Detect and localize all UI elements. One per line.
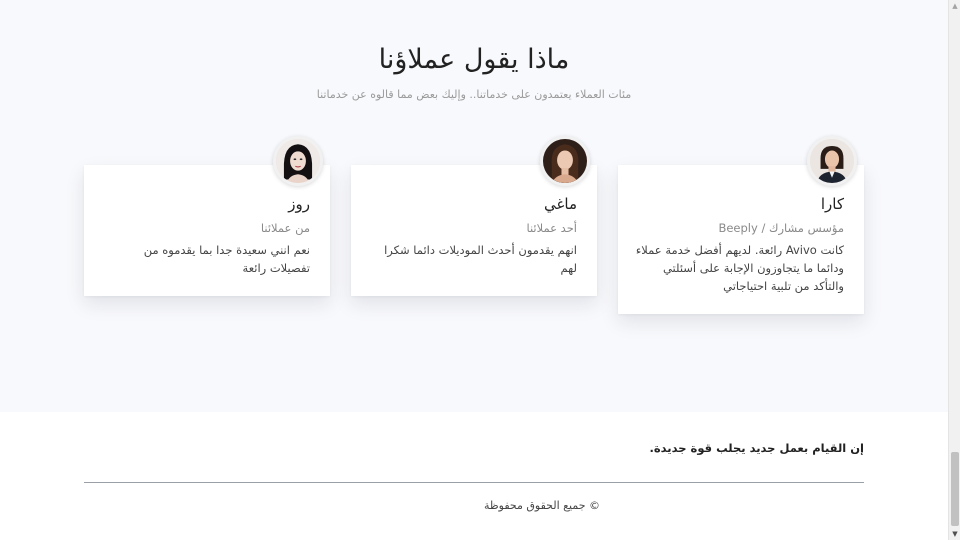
- scroll-down-arrow-icon[interactable]: ▼: [949, 528, 960, 540]
- scroll-thumb[interactable]: [951, 452, 959, 526]
- testimonial-text: كانت Avivo رائعة. لديهم أفضل خدمة عملاء …: [635, 243, 844, 293]
- section-title: ماذا يقول عملاؤنا: [378, 44, 570, 75]
- testimonial-text: انهم يقدمون أحدث الموديلات دائما شكرا له…: [384, 243, 577, 275]
- testimonials-section: ماذا يقول عملاؤنا مئات العملاء يعتمدون ع…: [0, 0, 948, 412]
- footer-tagline: إن القيام بعمل جديد يجلب قوة جديدة.: [649, 441, 865, 455]
- woman-portrait-icon: [540, 136, 590, 186]
- woman-portrait-icon: [273, 136, 323, 186]
- copyright-text: © جميع الحقوق محفوظة: [483, 499, 600, 512]
- footer-divider: [84, 482, 864, 483]
- page: ماذا يقول عملاؤنا مئات العملاء يعتمدون ع…: [0, 0, 948, 540]
- testimonial-text: نعم انني سعيدة جدا بما يقدموه من تفصيلات…: [143, 243, 310, 275]
- testimonial-name: ماغي: [544, 195, 577, 213]
- testimonial-card-kara: كارا مؤسس مشارك / Beeply كانت Avivo رائع…: [618, 165, 864, 314]
- scroll-up-arrow-icon[interactable]: ▲: [949, 0, 960, 12]
- testimonial-name: روز: [288, 195, 310, 213]
- testimonial-role: من عملائنا: [260, 221, 310, 235]
- testimonial-name: كارا: [820, 195, 844, 213]
- testimonial-role: أحد عملائنا: [526, 221, 577, 235]
- woman-portrait-icon: [807, 136, 857, 186]
- testimonial-role: مؤسس مشارك / Beeply: [718, 221, 844, 235]
- vertical-scrollbar[interactable]: ▲ ▼: [948, 0, 960, 540]
- section-subtitle: مئات العملاء يعتمدون على خدماتنا.. وإليك…: [316, 88, 632, 101]
